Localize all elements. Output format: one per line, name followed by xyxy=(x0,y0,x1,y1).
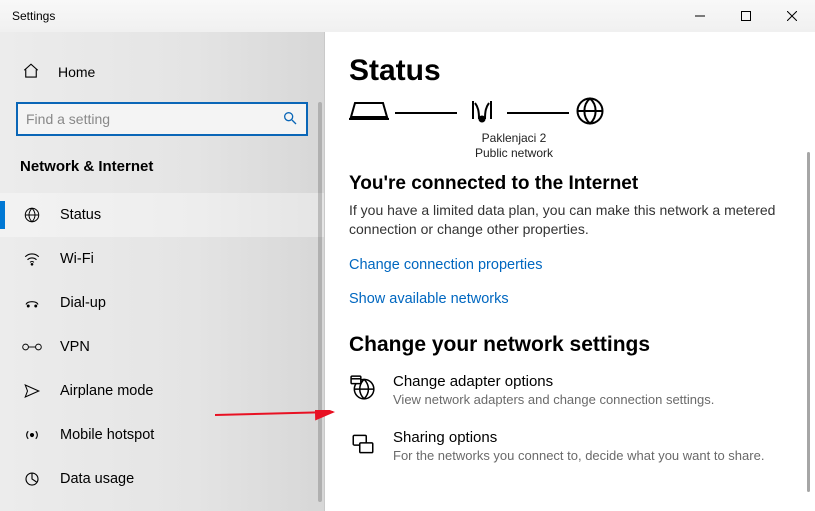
sidebar-item-status[interactable]: Status xyxy=(0,193,324,237)
sidebar-nav: Status Wi-Fi Dial-up VPN xyxy=(0,193,324,501)
wifi-signal-icon xyxy=(463,97,501,128)
status-icon xyxy=(22,206,42,224)
sidebar-item-label: Status xyxy=(60,207,101,223)
vpn-icon xyxy=(22,340,42,354)
close-button[interactable] xyxy=(769,0,815,32)
connection-diagram xyxy=(349,96,801,129)
search-input[interactable] xyxy=(26,111,282,127)
adapter-options-icon xyxy=(349,373,377,401)
sidebar-home[interactable]: Home xyxy=(0,52,324,92)
globe-icon xyxy=(575,96,605,129)
sidebar-item-label: Airplane mode xyxy=(60,383,154,399)
option-change-adapter[interactable]: Change adapter options View network adap… xyxy=(349,373,801,407)
section-heading: Change your network settings xyxy=(349,333,801,357)
option-desc: For the networks you connect to, decide … xyxy=(393,448,764,463)
sidebar-item-dialup[interactable]: Dial-up xyxy=(0,281,324,325)
main-scrollbar[interactable] xyxy=(807,152,810,492)
option-desc: View network adapters and change connect… xyxy=(393,392,714,407)
sidebar-item-label: VPN xyxy=(60,339,90,355)
maximize-button[interactable] xyxy=(723,0,769,32)
sidebar-category-header: Network & Internet xyxy=(0,154,324,193)
sidebar-scrollbar[interactable] xyxy=(318,102,322,502)
sidebar-item-vpn[interactable]: VPN xyxy=(0,325,324,369)
sidebar-item-label: Data usage xyxy=(60,471,134,487)
airplane-icon xyxy=(22,382,42,400)
main-content: Status Paklenjaci 2 Public network You'r… xyxy=(325,32,815,511)
home-icon xyxy=(22,62,40,83)
sidebar-home-label: Home xyxy=(58,64,95,80)
sidebar-item-label: Dial-up xyxy=(60,295,106,311)
option-title: Sharing options xyxy=(393,429,764,446)
option-title: Change adapter options xyxy=(393,373,714,390)
connected-heading: You're connected to the Internet xyxy=(349,173,801,195)
search-box[interactable] xyxy=(16,102,308,136)
wifi-icon xyxy=(22,250,42,268)
link-change-connection-properties[interactable]: Change connection properties xyxy=(349,257,801,273)
sidebar: Home Network & Internet Status Wi-Fi xyxy=(0,32,325,511)
sidebar-item-hotspot[interactable]: Mobile hotspot xyxy=(0,413,324,457)
hotspot-icon xyxy=(22,426,42,444)
titlebar: Settings xyxy=(0,0,815,32)
diagram-line xyxy=(395,112,457,114)
minimize-button[interactable] xyxy=(677,0,723,32)
network-name: Paklenjaci 2 xyxy=(459,131,569,146)
sidebar-item-datausage[interactable]: Data usage xyxy=(0,457,324,501)
option-sharing[interactable]: Sharing options For the networks you con… xyxy=(349,429,801,463)
sidebar-item-airplane[interactable]: Airplane mode xyxy=(0,369,324,413)
sharing-options-icon xyxy=(349,429,377,457)
link-show-available-networks[interactable]: Show available networks xyxy=(349,291,801,307)
sidebar-item-wifi[interactable]: Wi-Fi xyxy=(0,237,324,281)
search-icon xyxy=(282,110,298,129)
connected-body: If you have a limited data plan, you can… xyxy=(349,201,779,239)
sidebar-item-label: Wi-Fi xyxy=(60,251,94,267)
network-type: Public network xyxy=(459,146,569,161)
dialup-icon xyxy=(22,294,42,312)
diagram-line xyxy=(507,112,569,114)
data-usage-icon xyxy=(22,470,42,488)
pc-icon xyxy=(349,99,389,126)
page-title: Status xyxy=(349,54,801,88)
window-controls xyxy=(677,0,815,32)
window-title: Settings xyxy=(12,9,55,23)
sidebar-item-label: Mobile hotspot xyxy=(60,427,154,443)
